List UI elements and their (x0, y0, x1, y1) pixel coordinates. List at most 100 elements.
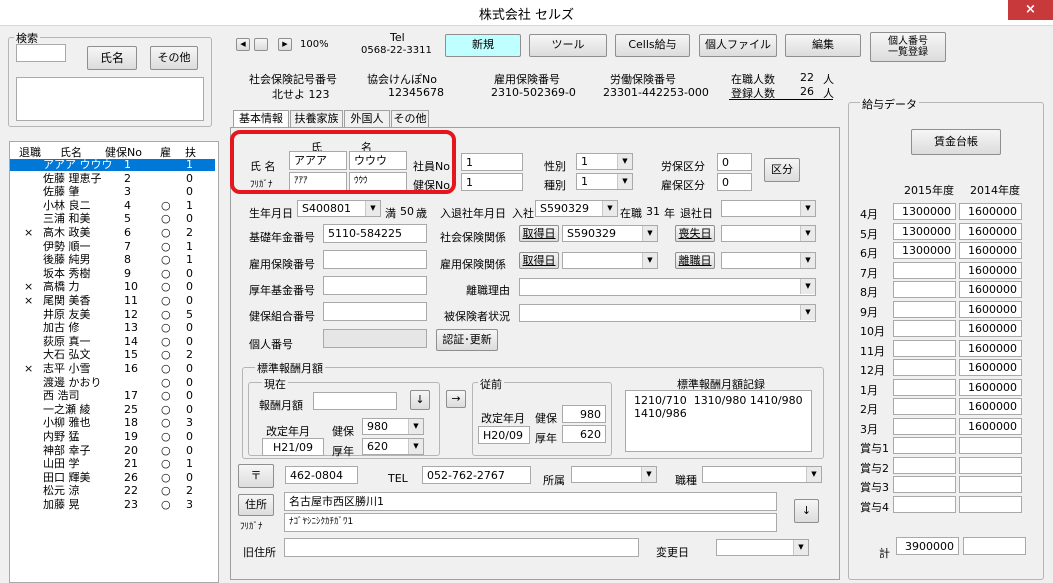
zip-button[interactable]: 〒 (238, 464, 274, 488)
shozoku-select[interactable]: ▼ (571, 466, 657, 483)
ledger-button[interactable]: 賃金台帳 (911, 129, 1001, 155)
salary-current-year-field[interactable] (893, 456, 956, 474)
table-row[interactable]: 西 浩司 17 ○ 0 (10, 390, 215, 402)
jusho-furigana-field[interactable]: ﾅｺﾞﾔｼﾆｼｸｶﾁｶﾞﾜ1 (284, 513, 777, 532)
salary-prev-year-field[interactable] (959, 495, 1022, 513)
copy-right-button[interactable]: → (446, 390, 466, 408)
salary-current-year-field[interactable] (893, 437, 956, 454)
ninsho-button[interactable]: 認証･更新 (436, 329, 498, 351)
salary-prev-year-field[interactable]: 1600000 (959, 339, 1022, 357)
salary-current-year-field[interactable]: 1300000 (893, 203, 956, 220)
table-row[interactable]: 荻原 真一 14 ○ 0 (10, 335, 215, 348)
employee-list[interactable]: 退職 氏名 健保No 雇 扶 アアア ウウウ 1 1 佐藤 理恵子 2 0 佐藤 肇 3 0 小林… (9, 141, 219, 583)
kojin-field[interactable] (323, 329, 427, 348)
koyo-shutoku-button[interactable]: 取得日 (519, 252, 559, 269)
salary-prev-year-field[interactable] (959, 476, 1022, 493)
tool-button[interactable]: ツール (529, 34, 607, 57)
zip-field[interactable]: 462-0804 (285, 466, 358, 484)
table-row[interactable]: × 高橋 力 10 ○ 0 (10, 281, 215, 293)
salary-prev-year-field[interactable]: 1600000 (959, 281, 1022, 298)
shaho-shutoku-select[interactable]: S590329 ▼ (562, 225, 658, 242)
kenpo-no-field[interactable]: 1 (461, 173, 523, 191)
salary-current-year-field[interactable] (893, 378, 956, 396)
salary-prev-year-field[interactable]: 1600000 (959, 242, 1022, 259)
soshitsu-button[interactable]: 喪失日 (675, 225, 715, 242)
salary-current-year-field[interactable] (893, 359, 956, 376)
total-a-field[interactable]: 3900000 (896, 537, 959, 555)
jusho-field[interactable]: 名古屋市西区勝川1 (284, 492, 777, 511)
salary-prev-year-field[interactable]: 1600000 (959, 222, 1022, 240)
salary-prev-year-field[interactable]: 1600000 (959, 398, 1022, 415)
tab-foreigner[interactable]: 外国人 (344, 110, 390, 127)
nav-next-button[interactable]: ▶ (278, 38, 292, 51)
monthly-down-button[interactable]: ↓ (410, 390, 430, 410)
henko-select[interactable]: ▼ (716, 539, 809, 556)
table-row[interactable]: 坂本 秀樹 9 ○ 0 (10, 267, 215, 280)
record-box[interactable]: 1210/710 1310/980 1410/980 1410/986 (625, 390, 812, 452)
table-row[interactable]: 佐藤 肇 3 0 (10, 186, 215, 198)
monthly-field[interactable] (313, 392, 397, 410)
salary-prev-year-field[interactable] (959, 437, 1022, 454)
salary-current-year-field[interactable]: 1300000 (893, 242, 956, 259)
total-b-field[interactable] (963, 537, 1026, 555)
tab-other[interactable]: その他 (391, 110, 429, 127)
salary-current-year-field[interactable] (893, 476, 956, 493)
table-row[interactable]: × 高木 政美 6 ○ 2 (10, 227, 215, 239)
salary-current-year-field[interactable] (893, 417, 956, 435)
table-row[interactable]: 佐藤 理恵子 2 0 (10, 172, 215, 185)
search-result-box[interactable] (16, 77, 204, 121)
salary-current-year-field[interactable] (893, 261, 956, 279)
koyo-kubun-field[interactable]: 0 (717, 173, 752, 191)
rishoku-button[interactable]: 離職日 (675, 252, 715, 269)
close-button[interactable]: × (1008, 0, 1053, 20)
soshitsu-select[interactable]: ▼ (721, 225, 816, 242)
tel2-field[interactable]: 052-762-2767 (422, 466, 531, 484)
name-search-button[interactable]: 氏名 (87, 46, 137, 70)
rouho-kubun-field[interactable]: 0 (717, 153, 752, 171)
nav-first-button[interactable]: ◀ (236, 38, 250, 51)
table-row[interactable]: 田口 輝美 26 ○ 0 (10, 471, 215, 484)
table-row[interactable]: 後藤 純男 8 ○ 1 (10, 254, 215, 266)
kosei-field[interactable] (323, 276, 427, 295)
shain-no-field[interactable]: 1 (461, 153, 523, 171)
jusho-down-button[interactable]: ↓ (794, 499, 819, 523)
search-input[interactable] (16, 44, 66, 62)
table-row[interactable]: 加藤 晃 23 ○ 3 (10, 499, 215, 511)
table-row[interactable]: 大石 弘文 15 ○ 2 (10, 349, 215, 361)
salary-prev-year-field[interactable]: 1600000 (959, 417, 1022, 435)
hihoken-select[interactable]: ▼ (519, 304, 816, 322)
prev-kenpo-field[interactable]: 980 (562, 405, 606, 423)
table-row[interactable]: 三浦 和美 5 ○ 0 (10, 213, 215, 225)
shubetsu-select[interactable]: 1 ▼ (576, 173, 633, 190)
kumiai-field[interactable] (323, 302, 427, 321)
table-row[interactable]: 井原 友美 12 ○ 5 (10, 308, 215, 321)
new-button[interactable]: 新規 (445, 34, 521, 57)
table-row[interactable]: 松元 涼 22 ○ 2 (10, 485, 215, 497)
table-row[interactable]: 小柳 雅也 18 ○ 3 (10, 417, 215, 429)
taisha-select[interactable]: ▼ (721, 200, 816, 217)
salary-prev-year-field[interactable]: 1600000 (959, 378, 1022, 396)
mynumber-register-button[interactable]: 個人番号 一覧登録 (870, 32, 946, 62)
table-row[interactable]: 加古 修 13 ○ 0 (10, 322, 215, 334)
salary-prev-year-field[interactable] (959, 456, 1022, 474)
other-search-button[interactable]: その他 (150, 46, 198, 70)
table-row[interactable]: × 志平 小雪 16 ○ 0 (10, 363, 215, 375)
salary-current-year-field[interactable] (893, 320, 956, 337)
kounen-select[interactable]: 620 ▼ (362, 438, 424, 455)
salary-current-year-field[interactable] (893, 339, 956, 357)
table-row[interactable]: 小林 良二 4 ○ 1 (10, 199, 215, 212)
kaitei-field[interactable]: H21/09 (262, 438, 324, 456)
table-row[interactable]: アアア ウウウ 1 1 (10, 159, 215, 171)
tab-basic-info[interactable]: 基本情報 (233, 110, 289, 128)
table-row[interactable]: 内野 猛 19 ○ 0 (10, 431, 215, 443)
personal-file-button[interactable]: 個人ファイル (699, 34, 777, 57)
salary-prev-year-field[interactable]: 1600000 (959, 203, 1022, 220)
old-address-field[interactable] (284, 538, 639, 557)
rishoku-select[interactable]: ▼ (721, 252, 816, 269)
kenpo-select[interactable]: 980 ▼ (362, 418, 424, 435)
table-row[interactable]: 神部 幸子 20 ○ 0 (10, 444, 215, 457)
shokushu-select[interactable]: ▼ (702, 466, 822, 483)
prev-kounen-field[interactable]: 620 (562, 425, 606, 443)
nav-prev-button[interactable] (254, 38, 268, 51)
birth-select[interactable]: S400801 ▼ (297, 200, 381, 217)
